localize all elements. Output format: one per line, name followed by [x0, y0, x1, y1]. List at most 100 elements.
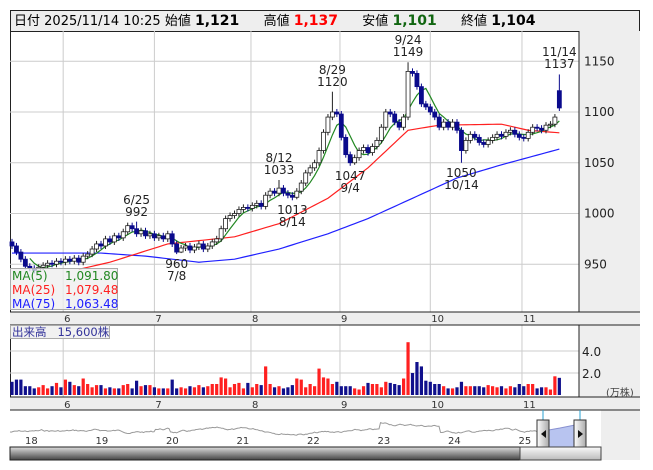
volume-bar [468, 386, 472, 395]
candle-body [49, 262, 55, 265]
price-annotation: 9/24 1149 [393, 34, 424, 58]
volume-bar [77, 386, 81, 395]
volume-bar [219, 377, 223, 395]
candle-body [174, 243, 180, 253]
month-tick-label: 7 [155, 400, 161, 411]
candle-body [165, 233, 171, 240]
candle-body [365, 147, 371, 153]
volume-bar [379, 387, 383, 395]
candle-body [196, 243, 202, 248]
volume-bar [241, 388, 245, 395]
candle-body [289, 194, 295, 198]
volume-bar [228, 387, 232, 395]
candle-body [321, 131, 326, 151]
candle-body [18, 251, 24, 260]
volume-bar [201, 387, 205, 395]
candle-body [178, 247, 184, 253]
volume-bar [148, 385, 152, 395]
candle-body [94, 243, 99, 250]
candle-body [254, 202, 260, 206]
candle-body [236, 209, 242, 214]
volume-bar [188, 386, 192, 395]
candle-body [151, 233, 157, 239]
volume-bar [130, 388, 134, 395]
volume-bar [10, 381, 14, 395]
candle-body [441, 121, 447, 128]
volume-bar [308, 384, 312, 395]
volume-bar [535, 388, 539, 395]
volume-bar [250, 387, 254, 395]
volume-bar [317, 368, 321, 395]
month-tick-label: 6 [64, 314, 70, 325]
candle-body [503, 131, 509, 137]
volume-bar [152, 387, 156, 395]
volume-bar [170, 379, 174, 395]
candle-body [76, 257, 82, 263]
candle-body [209, 241, 215, 247]
ma25-label: MA(25) [12, 283, 56, 297]
candle-body [169, 233, 175, 245]
volume-bar [446, 388, 450, 395]
volume-label: 出来高 [12, 325, 47, 339]
candle-body [276, 187, 282, 194]
volume-label-box: 出来高 15,600株 [10, 325, 110, 339]
candle-body [423, 103, 429, 108]
volume-bar [210, 384, 214, 395]
candle-body [312, 162, 318, 169]
candle-body [218, 228, 224, 240]
price-annotation: 8/12 1033 [264, 152, 295, 176]
candle-body [494, 133, 500, 138]
candle-body [410, 71, 415, 74]
volume-bar [255, 384, 259, 395]
volume-bar [526, 384, 530, 395]
candle-body [387, 111, 393, 115]
ma5-value: 1,091.80 [65, 269, 119, 283]
candle-body [54, 260, 59, 265]
candle-body [512, 129, 518, 135]
volume-bar [499, 386, 504, 395]
candle-body [334, 111, 340, 115]
volume-bar [442, 386, 446, 395]
candle-body [383, 111, 389, 128]
scrollbar-track[interactable] [9, 446, 602, 461]
volume-bar [339, 386, 343, 395]
volume-bar [50, 386, 54, 395]
navigator-year-label: 25 [519, 436, 532, 447]
volume-bar [46, 388, 50, 395]
volume-bar [290, 385, 294, 395]
volume-bar [375, 384, 379, 395]
volume-bar [277, 386, 281, 395]
candle-body [445, 121, 451, 128]
month-tick-label: 8 [252, 400, 258, 411]
price-annotation: 8/29 1120 [317, 64, 348, 88]
navigator-year-label: 20 [166, 436, 179, 447]
scrollbar-thumb[interactable] [519, 446, 602, 461]
month-axis-band-2 [10, 397, 640, 410]
candle-body [67, 258, 73, 262]
volume-bar [450, 388, 455, 395]
month-tick-label: 6 [64, 400, 70, 411]
price-tick-label: 1150 [584, 54, 615, 68]
annotation-date: 9/4 [340, 180, 360, 195]
volume-bar [259, 385, 263, 395]
price-tick-label: 1100 [584, 105, 615, 119]
volume-tick-label: 4.0 [582, 345, 601, 359]
month-tick-label: 9 [341, 400, 347, 411]
volume-bar [557, 377, 561, 395]
volume-unit: (万株) [606, 388, 634, 399]
ma25-line [78, 123, 560, 270]
navigator-year-label: 22 [307, 436, 320, 447]
candle-body [294, 190, 300, 198]
volume-bar [459, 381, 464, 395]
volume-bar [370, 384, 375, 395]
candle-body [356, 150, 362, 159]
candle-body [316, 150, 322, 164]
candle-body [307, 167, 313, 174]
candle-body [418, 86, 424, 105]
volume-bar [54, 382, 59, 395]
volume-bar [473, 386, 477, 395]
volume-bar [14, 379, 19, 395]
volume-bar [410, 373, 415, 395]
navigator-year-label: 23 [378, 436, 391, 447]
month-tick-label: 11 [523, 314, 536, 325]
